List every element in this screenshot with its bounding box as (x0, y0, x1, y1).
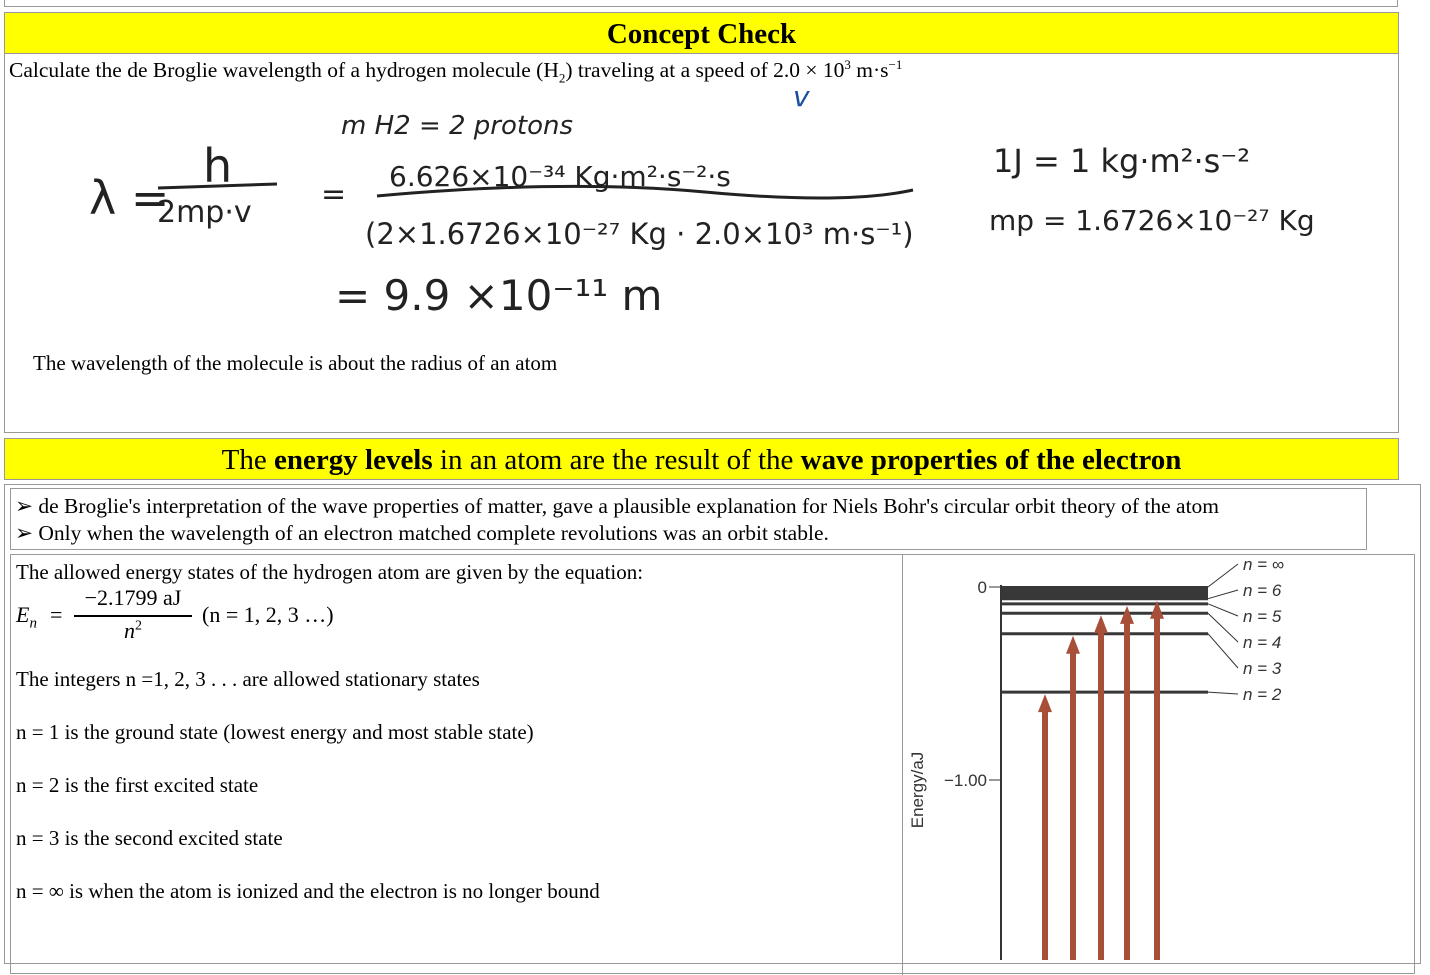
y-tick-label: 0 (978, 578, 987, 597)
level-leader-line (1207, 589, 1239, 600)
level-leader-line (1207, 691, 1239, 695)
level-label: n = 2 (1243, 685, 1282, 704)
level-label: n = 3 (1243, 659, 1282, 678)
level-leader-line (1207, 563, 1239, 588)
level-leader-line (1207, 603, 1239, 617)
level-label: n = 5 (1243, 607, 1282, 626)
level-label: n = 6 (1243, 581, 1282, 600)
level-label: n = 4 (1243, 633, 1281, 652)
level-leader-line (1207, 612, 1239, 643)
continuum-band (1001, 586, 1208, 598)
level-label: n = ∞ (1243, 555, 1284, 574)
y-axis-label: Energy/aJ (908, 752, 927, 829)
energy-level-diagram: 0 −1.00 Energy/aJ n = ∞ n = 6 n = 5 n = 4 n = 3… (908, 555, 1284, 960)
arrow-head (1038, 694, 1052, 713)
level-leader-line (1207, 633, 1239, 669)
y-tick-label: −1.00 (944, 771, 987, 790)
arrow-head (1120, 605, 1134, 624)
arrow-head (1094, 615, 1108, 634)
arrow-head (1066, 635, 1080, 654)
